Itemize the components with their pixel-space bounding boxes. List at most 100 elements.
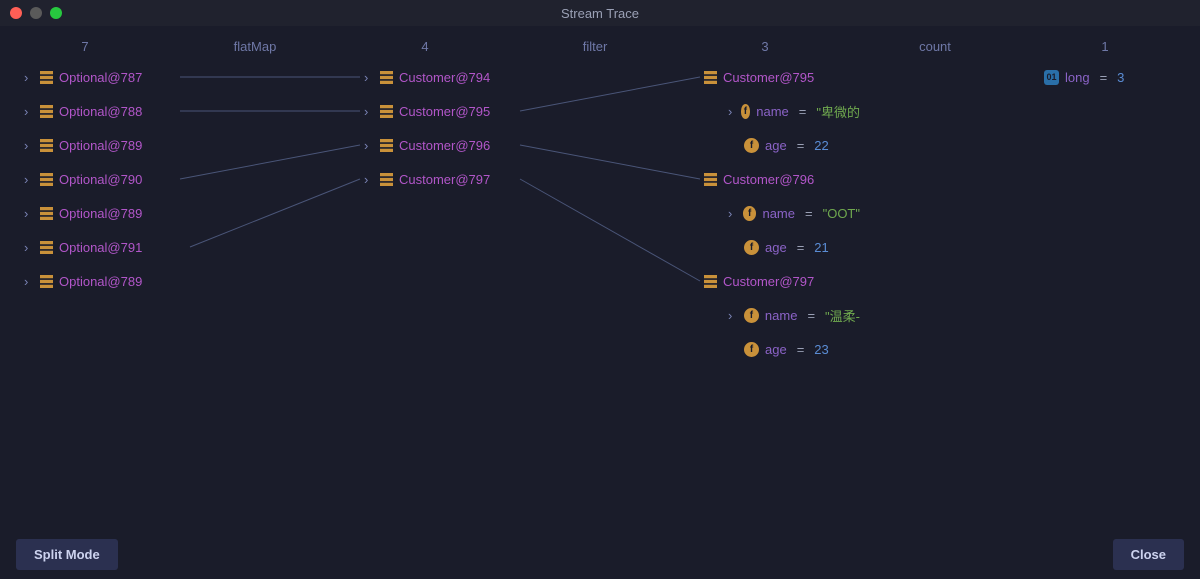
object-icon [40,71,53,83]
chevron-right-icon: › [728,308,738,323]
flatmap-item[interactable]: › Customer@794 [350,60,520,94]
primitive-icon: 01 [1044,70,1059,85]
field-row[interactable]: ›fname = "OOT" [690,196,860,230]
filter-item[interactable]: Customer@795 [690,60,860,94]
close-button[interactable]: Close [1113,539,1184,570]
object-label: Customer@795 [399,104,490,119]
chevron-right-icon: › [364,104,374,119]
object-icon [40,275,53,287]
object-label: Optional@787 [59,70,142,85]
flow-lines [0,60,1200,520]
object-icon [40,207,53,219]
field-name: name [762,206,795,221]
object-label: Customer@795 [723,70,814,85]
object-icon [704,71,717,83]
titlebar: Stream Trace [0,0,1200,26]
object-icon [380,139,393,151]
object-label: Customer@797 [723,274,814,289]
object-icon [380,173,393,185]
field-icon: f [744,308,759,323]
field-name: name [756,104,789,119]
header-count-2: 3 [680,39,850,54]
object-icon [704,173,717,185]
field-value: "卑微的 [816,102,860,121]
source-item[interactable]: ›Optional@789 [10,128,180,162]
object-label: Optional@789 [59,138,142,153]
chevron-right-icon: › [24,206,34,221]
column-headers: 7 flatMap 4 filter 3 count 1 [0,32,1200,60]
field-icon: f [744,240,759,255]
object-icon [40,173,53,185]
column-result: 01 long = 3 [1030,60,1200,520]
source-item[interactable]: › Optional@789 [10,264,180,298]
chevron-right-icon: › [24,104,34,119]
object-label: Customer@796 [399,138,490,153]
header-count-0: 7 [0,39,170,54]
filter-item[interactable]: Customer@797 [690,264,860,298]
header-count-1: 4 [340,39,510,54]
object-label: Customer@797 [399,172,490,187]
field-value: "温柔- [825,306,860,325]
chevron-right-icon: › [24,172,34,187]
chevron-right-icon: › [728,104,735,119]
header-op-filter: filter [510,39,680,54]
column-after-flatmap: ›Customer@794›Customer@795›Customer@796›… [350,60,520,520]
field-name: age [765,138,787,153]
object-icon [40,105,53,117]
field-value: 22 [814,138,828,153]
field-row[interactable]: fage = 21 [690,230,860,264]
field-row[interactable]: ›fname = "卑微的 [690,94,860,128]
header-op-flatmap: flatMap [170,39,340,54]
object-label: Optional@789 [59,206,142,221]
trace-columns: ›Optional@787›Optional@788›Optional@789›… [0,60,1200,520]
flatmap-item[interactable]: ›Customer@797 [350,162,520,196]
field-icon: f [743,206,756,221]
field-value: 21 [814,240,828,255]
object-label: Customer@794 [399,70,490,85]
source-item[interactable]: › Optional@789 [10,196,180,230]
field-icon: f [744,138,759,153]
source-item[interactable]: › Optional@790 [10,162,180,196]
field-row[interactable]: ›fname = "温柔- [690,298,860,332]
field-value: 23 [814,342,828,357]
field-name: age [765,342,787,357]
field-icon: f [744,342,759,357]
filter-item[interactable]: Customer@796 [690,162,860,196]
source-item[interactable]: › Optional@791 [10,230,180,264]
chevron-right-icon: › [24,240,34,255]
field-row[interactable]: fage = 22 [690,128,860,162]
field-icon: f [741,104,751,119]
field-row[interactable]: fage = 23 [690,332,860,366]
source-item[interactable]: › Optional@788 [10,94,180,128]
header-count-3: 1 [1020,39,1190,54]
column-after-filter: Customer@795›fname = "卑微的fage = 22Custom… [690,60,860,520]
footer: Split Mode Close [0,529,1200,579]
chevron-right-icon: › [364,138,374,153]
object-icon [704,275,717,287]
object-label: Optional@789 [59,274,142,289]
result-type: long [1065,70,1090,85]
object-icon [380,71,393,83]
flatmap-item[interactable]: › Customer@796 [350,128,520,162]
column-source: ›Optional@787›Optional@788›Optional@789›… [10,60,180,520]
object-label: Optional@791 [59,240,142,255]
object-icon [40,241,53,253]
source-item[interactable]: › Optional@787 [10,60,180,94]
field-name: age [765,240,787,255]
field-value: "OOT" [823,206,860,221]
split-mode-button[interactable]: Split Mode [16,539,118,570]
object-icon [380,105,393,117]
result-row[interactable]: 01 long = 3 [1030,60,1200,94]
chevron-right-icon: › [728,206,737,221]
object-label: Optional@788 [59,104,142,119]
object-label: Optional@790 [59,172,142,187]
header-op-count: count [850,39,1020,54]
chevron-right-icon: › [24,70,34,85]
result-value: 3 [1117,70,1124,85]
window-title: Stream Trace [0,6,1200,21]
chevron-right-icon: › [24,274,34,289]
object-icon [40,139,53,151]
object-label: Customer@796 [723,172,814,187]
chevron-right-icon: › [364,70,374,85]
flatmap-item[interactable]: › Customer@795 [350,94,520,128]
